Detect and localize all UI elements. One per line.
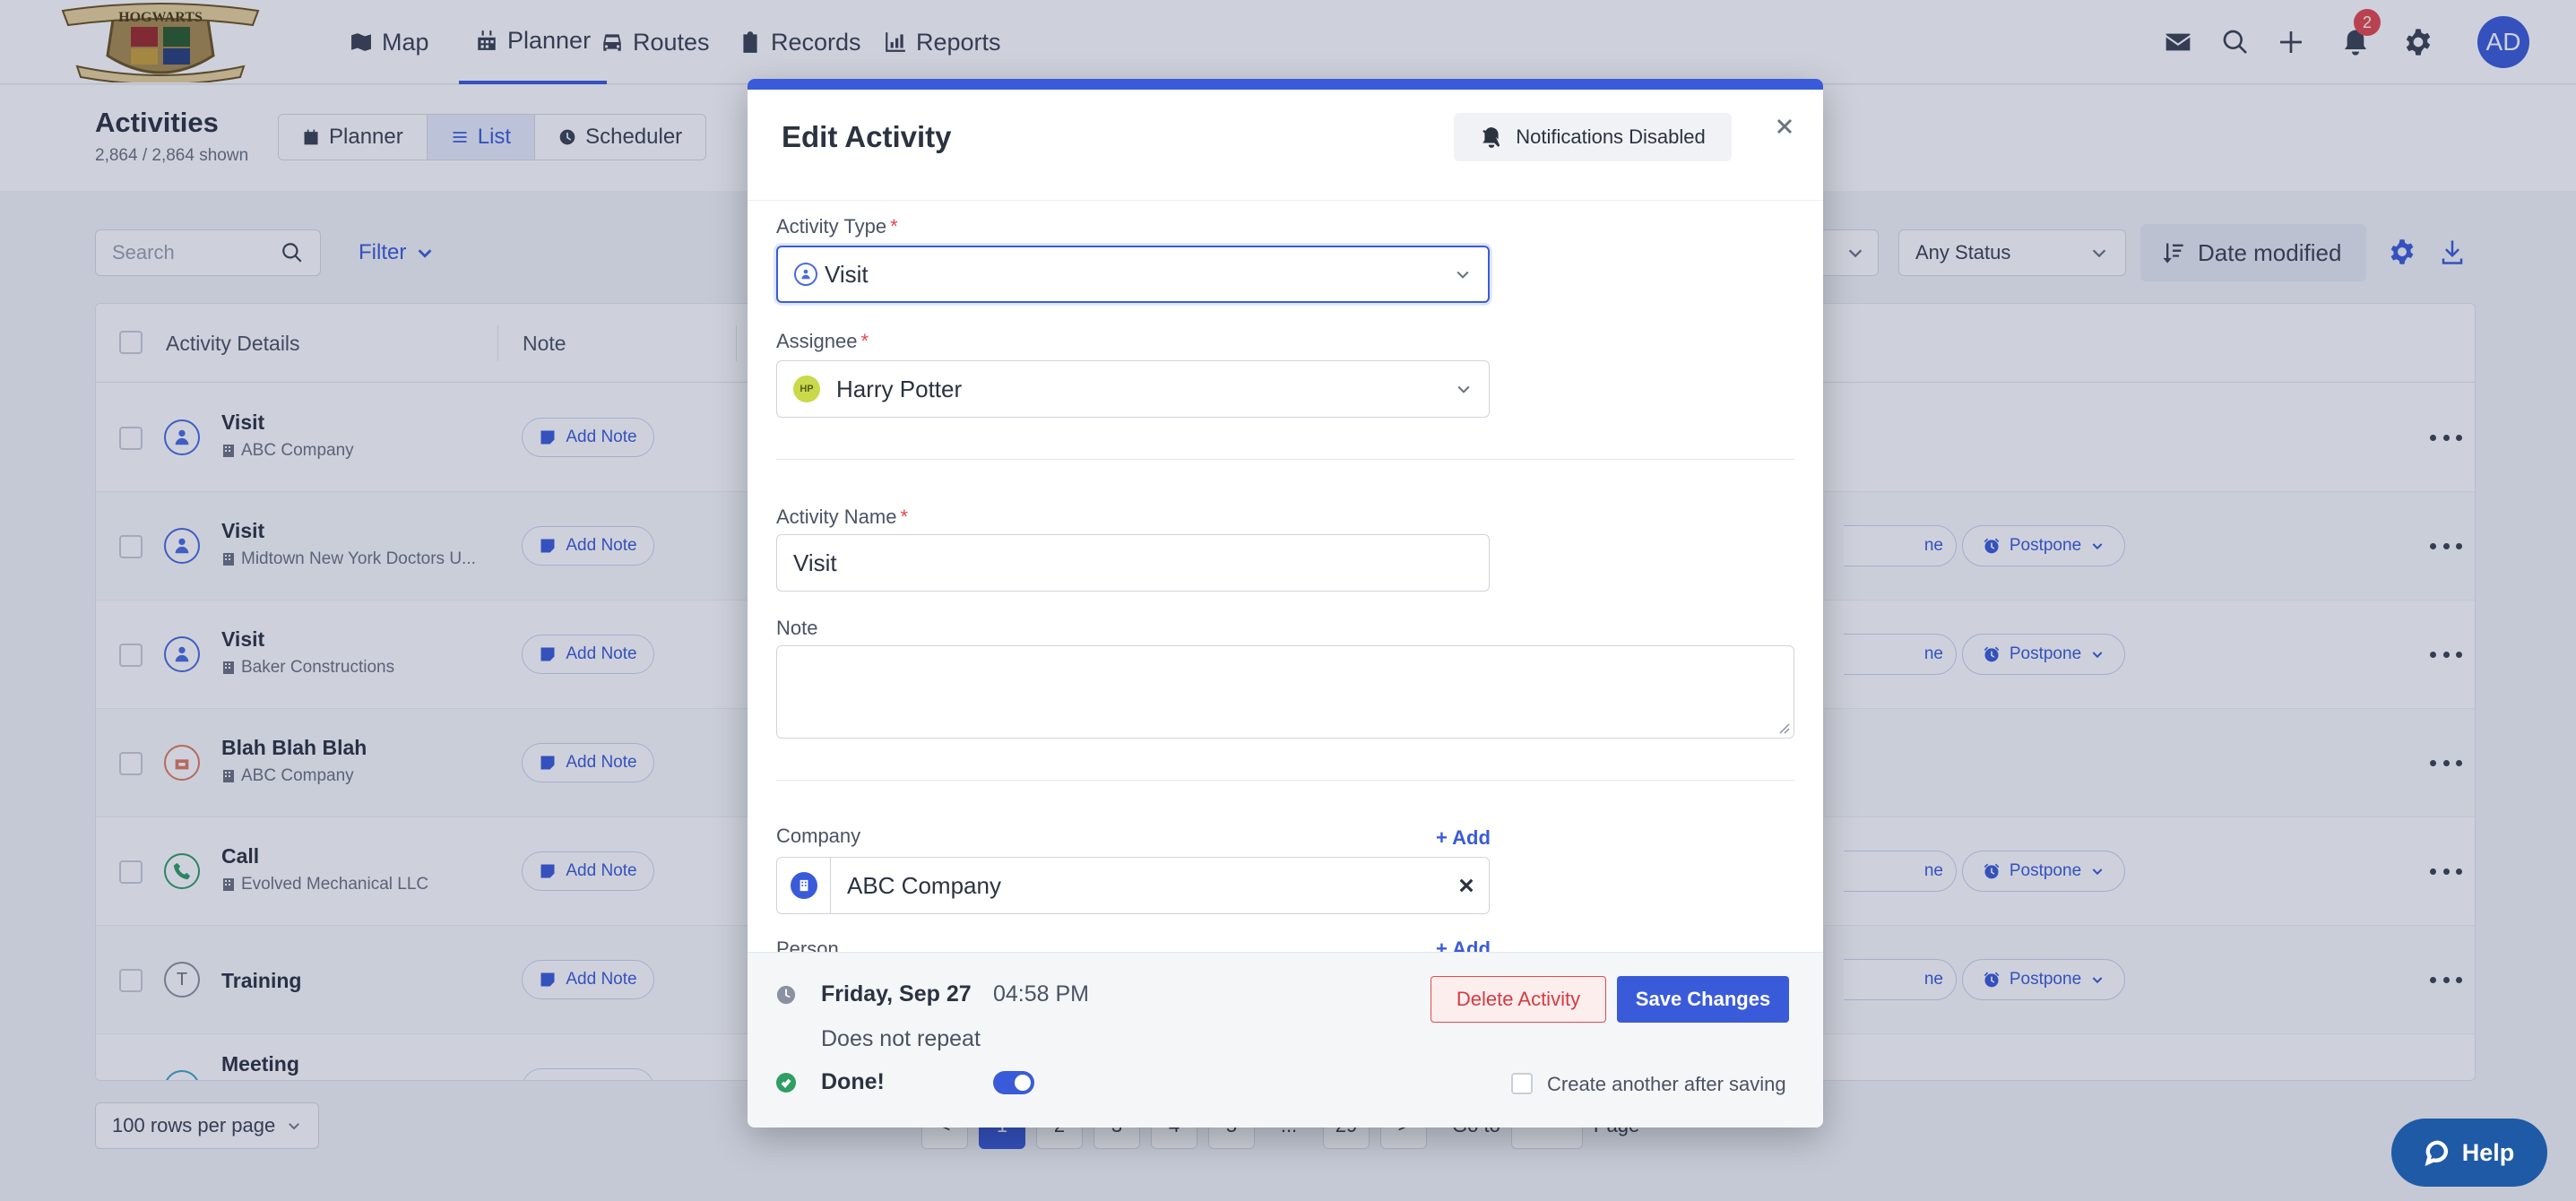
- modal-accent-bar: [748, 79, 1823, 90]
- chat-bubble-icon: [2425, 1140, 2448, 1166]
- activity-type-select[interactable]: Visit: [776, 246, 1490, 303]
- chevron-down-icon: [1457, 271, 1469, 279]
- resize-grip-icon[interactable]: [1777, 721, 1790, 734]
- assignee-value: Harry Potter: [836, 375, 963, 402]
- done-toggle[interactable]: [993, 1071, 1034, 1094]
- activity-name-label: Activity Name *: [776, 505, 909, 528]
- company-icon-box: [777, 858, 831, 913]
- close-modal-button[interactable]: [1769, 111, 1800, 142]
- assignee-label: Assignee *: [776, 330, 869, 352]
- assignee-select[interactable]: HP Harry Potter: [776, 360, 1490, 418]
- modal-header-divider: [748, 200, 1823, 201]
- company-value: ABC Company: [847, 871, 1001, 899]
- building-icon: [790, 872, 817, 899]
- edit-activity-modal: Edit Activity Notifications Disabled Act…: [748, 79, 1823, 1128]
- bell-slash-icon: [1482, 127, 1500, 148]
- company-select[interactable]: ABC Company: [776, 857, 1490, 914]
- section-divider: [776, 780, 1794, 781]
- done-label: Done!: [821, 1069, 885, 1094]
- assignee-label-text: Assignee: [776, 330, 858, 352]
- create-another-label: Create another after saving: [1547, 1073, 1786, 1095]
- close-icon: [1776, 118, 1793, 134]
- modal-footer: Friday, Sep 27 04:58 PM Does not repeat …: [748, 952, 1823, 1128]
- activity-type-label: Activity Type *: [776, 215, 898, 238]
- close-icon: [1459, 878, 1474, 893]
- clock-icon: [776, 985, 796, 1005]
- company-label: Company: [776, 825, 861, 847]
- repeat-setting[interactable]: Does not repeat: [821, 1026, 981, 1052]
- note-textarea[interactable]: [776, 645, 1794, 739]
- assignee-avatar: HP: [793, 376, 820, 402]
- person-icon: [794, 263, 817, 286]
- help-button[interactable]: Help: [2391, 1119, 2547, 1187]
- notifications-toggle-button[interactable]: Notifications Disabled: [1454, 113, 1732, 161]
- check-circle-icon: [776, 1073, 796, 1093]
- modal-title: Edit Activity: [782, 120, 952, 153]
- activity-type-label-text: Activity Type: [776, 215, 887, 238]
- add-company-link[interactable]: + Add: [1436, 826, 1491, 850]
- activity-name-label-text: Activity Name: [776, 505, 897, 528]
- section-divider: [776, 459, 1794, 460]
- clear-company-button[interactable]: [1444, 877, 1489, 894]
- activity-name-input[interactable]: Visit: [776, 534, 1490, 592]
- create-another-checkbox[interactable]: [1511, 1073, 1533, 1094]
- chevron-down-icon: [1457, 385, 1470, 393]
- activity-time[interactable]: 04:58 PM: [993, 981, 1089, 1007]
- delete-activity-button[interactable]: Delete Activity: [1431, 976, 1606, 1023]
- activity-type-value: Visit: [825, 260, 869, 288]
- activity-date[interactable]: Friday, Sep 27: [821, 981, 972, 1007]
- activity-name-value: Visit: [793, 549, 837, 576]
- save-changes-button[interactable]: Save Changes: [1617, 976, 1789, 1023]
- note-label: Note: [776, 617, 818, 639]
- help-label: Help: [2461, 1138, 2515, 1166]
- notifications-label: Notifications Disabled: [1516, 125, 1706, 148]
